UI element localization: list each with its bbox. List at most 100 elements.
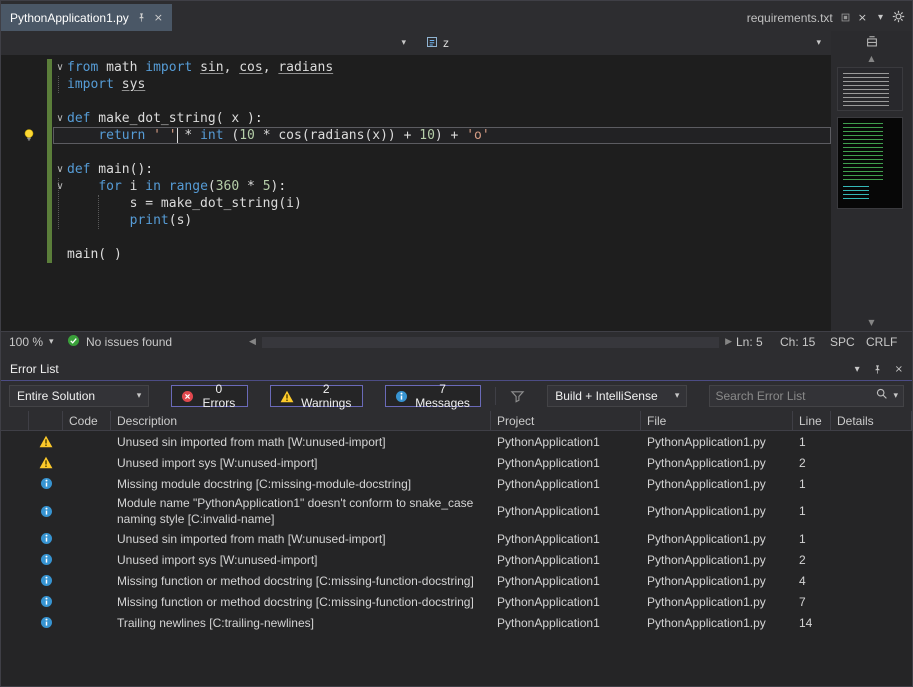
- split-editor-icon[interactable]: [831, 31, 912, 53]
- cell-line: 1: [793, 530, 831, 548]
- error-row[interactable]: Missing function or method docstring [C:…: [1, 570, 912, 591]
- column-header-details[interactable]: Details: [831, 411, 912, 430]
- minimap-preview[interactable]: [837, 117, 903, 209]
- cell-details: [831, 559, 912, 561]
- cell-details: [831, 483, 912, 485]
- minimap-preview[interactable]: [837, 67, 903, 111]
- code-token: (s): [169, 213, 192, 228]
- code-line[interactable]: [53, 144, 831, 161]
- column-indicator: Ch: 15: [780, 335, 830, 349]
- zoom-select[interactable]: 100 % ▾: [1, 335, 67, 349]
- code-token: ' ': [153, 128, 176, 143]
- close-icon[interactable]: ×: [858, 12, 867, 23]
- source-filter-dropdown[interactable]: Build + IntelliSense ▾: [547, 385, 687, 407]
- error-row[interactable]: Unused sin imported from math [W:unused-…: [1, 528, 912, 549]
- tab-pythonapplication1-py[interactable]: PythonApplication1.py ×: [1, 4, 172, 31]
- code-line[interactable]: ∨from math import sin, cos, radians: [53, 59, 831, 76]
- code-line[interactable]: s = make_dot_string(i): [53, 195, 831, 212]
- keep-open-icon[interactable]: [840, 12, 851, 23]
- chevron-down-icon: ▾: [675, 391, 680, 401]
- scroll-right-icon[interactable]: ▶: [721, 337, 736, 347]
- column-header-severity: [29, 411, 63, 430]
- cell-project: PythonApplication1: [491, 572, 641, 590]
- cell-line: 2: [793, 551, 831, 569]
- search-input[interactable]: [715, 389, 870, 403]
- cell-line: 4: [793, 572, 831, 590]
- fold-chevron-icon[interactable]: ∨: [54, 110, 66, 127]
- scroll-down-icon[interactable]: ▼: [831, 317, 912, 329]
- code-line[interactable]: ∨def main():: [53, 161, 831, 178]
- cell-code: [63, 462, 111, 464]
- errors-filter-button[interactable]: 0 Errors: [171, 385, 247, 407]
- error-row[interactable]: Unused import sys [W:unused-import]Pytho…: [1, 452, 912, 473]
- code-line[interactable]: [53, 229, 831, 246]
- column-header-description[interactable]: Description: [111, 411, 491, 430]
- code-token: sys: [122, 77, 145, 92]
- scroll-left-icon[interactable]: ◀: [245, 337, 260, 347]
- search-chevron-icon[interactable]: ▾: [893, 391, 898, 401]
- cell-details: [831, 441, 912, 443]
- cell-code: [63, 483, 111, 485]
- pin-icon[interactable]: [136, 12, 147, 23]
- error-row[interactable]: Trailing newlines [C:trailing-newlines]P…: [1, 612, 912, 633]
- code-line[interactable]: print(s): [53, 212, 831, 229]
- horizontal-scrollbar[interactable]: [262, 337, 719, 348]
- scroll-up-icon[interactable]: ▲: [831, 53, 912, 65]
- cell-description: Unused import sys [W:unused-import]: [111, 551, 491, 569]
- window-position-chevron-icon[interactable]: ▾: [855, 364, 860, 375]
- column-header-gutter: [1, 411, 29, 430]
- code-line[interactable]: ∨ for i in range(360 * 5):: [53, 178, 831, 195]
- project-dropdown[interactable]: ▾: [1, 31, 416, 55]
- fold-chevron-icon[interactable]: ∨: [54, 178, 66, 195]
- error-row[interactable]: Module name "PythonApplication1" doesn't…: [1, 494, 912, 528]
- code-line[interactable]: [53, 93, 831, 110]
- health-indicator[interactable]: No issues found: [67, 334, 245, 350]
- pin-icon[interactable]: [872, 364, 883, 375]
- code-token: (: [208, 179, 216, 194]
- close-icon[interactable]: ×: [154, 12, 163, 23]
- column-header-project[interactable]: Project: [491, 411, 641, 430]
- column-header-line[interactable]: Line: [793, 411, 831, 430]
- messages-filter-button[interactable]: 7 Messages: [385, 385, 481, 407]
- search-icon[interactable]: [875, 387, 888, 405]
- code-line[interactable]: import sys: [53, 76, 831, 93]
- cell-description: Unused import sys [W:unused-import]: [111, 454, 491, 472]
- error-row[interactable]: Unused import sys [W:unused-import]Pytho…: [1, 549, 912, 570]
- close-icon[interactable]: ×: [895, 364, 903, 375]
- code-line[interactable]: return ' ' * int (10 * cos(radians(x)) +…: [53, 127, 831, 144]
- scrollbar-rail[interactable]: ▲ ▼: [831, 31, 912, 331]
- code-line[interactable]: ∨def make_dot_string( x ):: [53, 110, 831, 127]
- code-editor[interactable]: ∨from math import sin, cos, radiansimpor…: [1, 55, 831, 331]
- cell-line: 2: [793, 454, 831, 472]
- editor-region: ▾ z ▾: [1, 31, 912, 331]
- code-token: [145, 128, 153, 143]
- error-row[interactable]: Unused sin imported from math [W:unused-…: [1, 431, 912, 452]
- fold-chevron-icon[interactable]: ∨: [54, 59, 66, 76]
- warning-icon: [280, 390, 294, 403]
- cell-project: PythonApplication1: [491, 475, 641, 493]
- code-token: 10: [239, 128, 255, 143]
- document-tab-bar: PythonApplication1.py × requirements.txt…: [1, 1, 912, 31]
- fold-chevron-icon[interactable]: ∨: [54, 161, 66, 178]
- error-list-search[interactable]: ▾: [709, 385, 904, 407]
- tab-requirements-txt[interactable]: requirements.txt ×: [738, 4, 876, 31]
- warnings-filter-button[interactable]: 2 Warnings: [270, 385, 363, 407]
- code-token: print: [130, 213, 169, 228]
- error-row[interactable]: Missing module docstring [C:missing-modu…: [1, 473, 912, 494]
- error-icon: [181, 390, 194, 403]
- column-header-file[interactable]: File: [641, 411, 793, 430]
- info-icon: [29, 476, 63, 491]
- filter-icon[interactable]: [510, 389, 525, 404]
- cell-description: Trailing newlines [C:trailing-newlines]: [111, 614, 491, 632]
- source-filter-value: Build + IntelliSense: [555, 389, 657, 403]
- code-line[interactable]: main( ): [53, 246, 831, 263]
- row-gutter: [1, 462, 29, 464]
- document-list-chevron-icon[interactable]: ▾: [878, 12, 883, 23]
- column-header-code[interactable]: Code: [63, 411, 111, 430]
- settings-gear-icon[interactable]: [892, 10, 905, 23]
- error-row[interactable]: Missing function or method docstring [C:…: [1, 591, 912, 612]
- member-dropdown[interactable]: z ▾: [416, 31, 831, 55]
- tab-label: requirements.txt: [747, 11, 833, 25]
- scope-filter-dropdown[interactable]: Entire Solution ▾: [9, 385, 149, 407]
- code-token: 10: [419, 128, 435, 143]
